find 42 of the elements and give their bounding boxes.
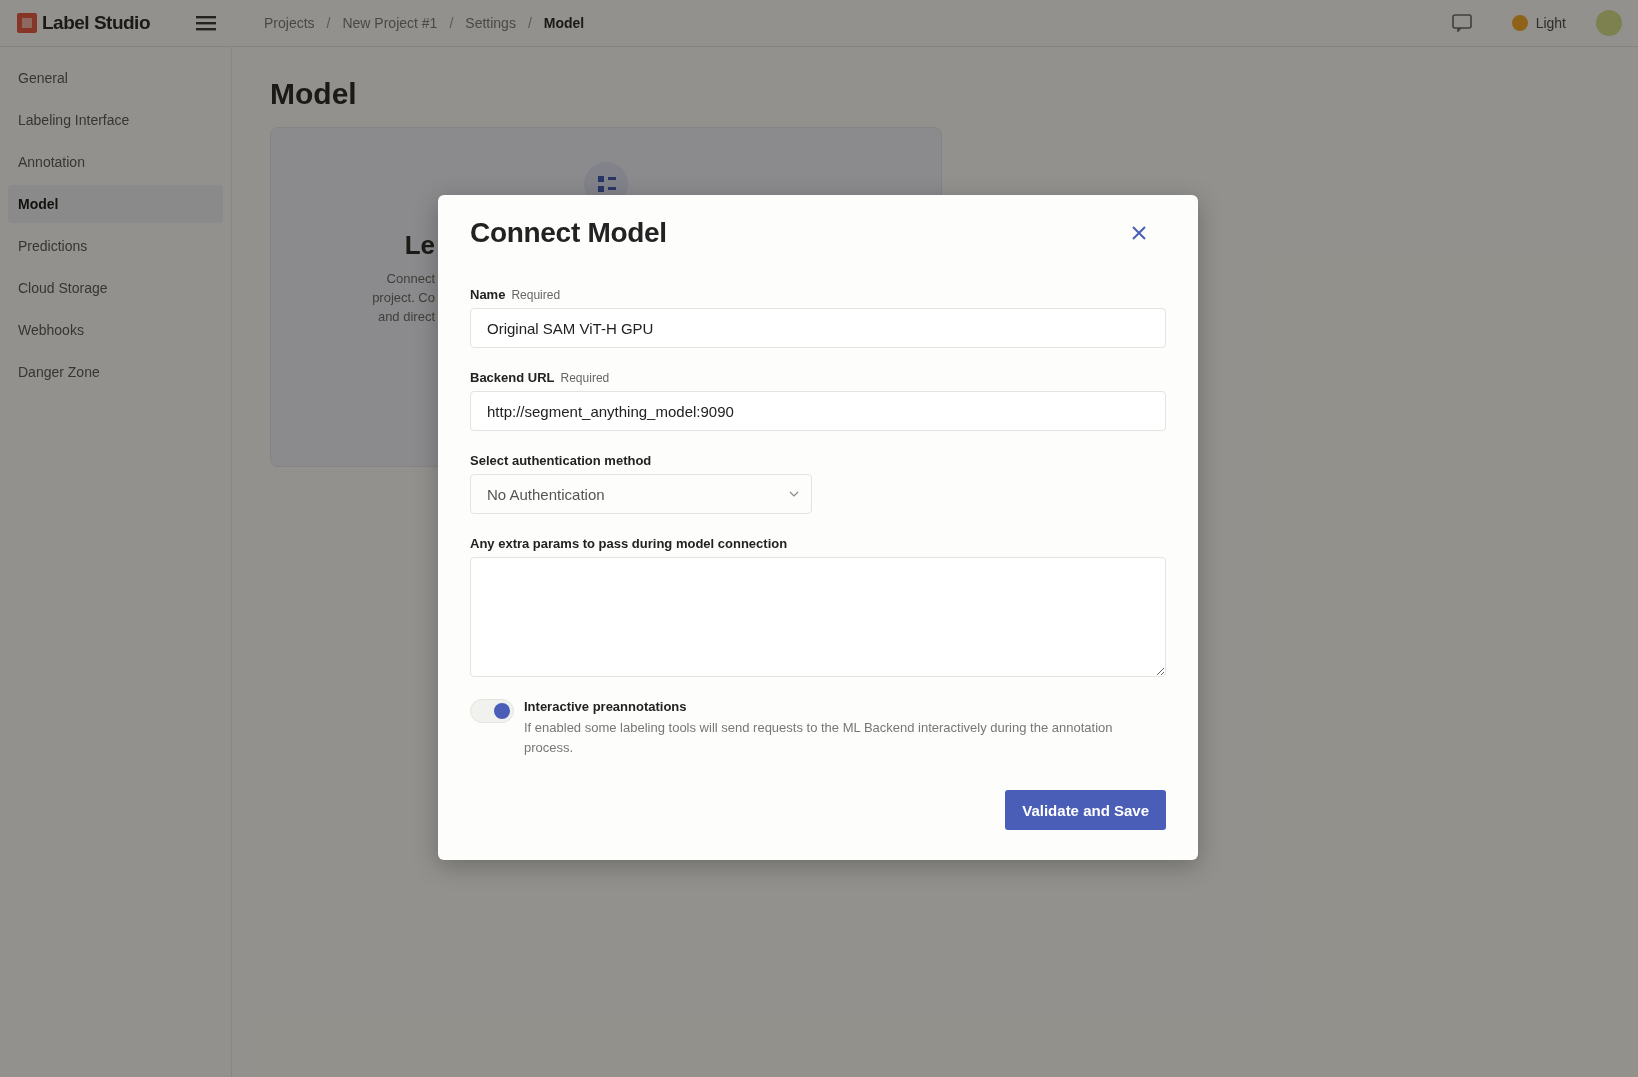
app-name: Label Studio [42,12,150,34]
toggle-description: If enabled some labeling tools will send requests to the ML Backend interactively during the annotation process. [524,719,1114,757]
card-title: Le [404,230,435,261]
card-description: and direct [377,308,435,326]
text-input[interactable]: http://segment_anything_model:9090 [470,391,1166,431]
required-note: Required [511,288,561,302]
field-label: Select authentication method [470,453,652,468]
chat-icon[interactable] [1451,14,1472,32]
page-title: Model [270,77,358,111]
breadcrumb-link[interactable]: New Project #1 [342,15,438,31]
toggle-label: Interactive preannotations [524,699,688,714]
required-note: Required [560,371,610,385]
card-description: project. Co [372,289,435,307]
breadcrumb-separator: / [326,15,331,31]
sun-icon [1511,15,1528,31]
field-label: Backend URL [470,370,555,385]
toggle-switch[interactable] [470,699,514,723]
logo-icon [16,12,38,34]
sidebar-item[interactable]: General [8,59,223,97]
sidebar-item[interactable]: Danger Zone [8,353,223,391]
chevron-down-icon [789,491,799,497]
validate-save-button[interactable]: Validate and Save [1005,790,1166,830]
breadcrumb-separator: / [527,15,532,31]
sidebar-item[interactable]: Cloud Storage [8,269,223,307]
dialog-title: Connect Model [470,217,667,249]
sidebar-item[interactable]: Model [8,185,223,223]
breadcrumb-separator: / [449,15,454,31]
breadcrumb-link[interactable]: Model [543,15,585,31]
field-label: Any extra params to pass during model connection [470,536,788,551]
theme-toggle[interactable]: Light [1511,15,1566,31]
select-dropdown[interactable]: No Authentication [470,474,812,514]
sidebar-item[interactable]: Predictions [8,227,223,265]
field-label: Name [470,287,506,302]
sidebar-item[interactable]: Webhooks [8,311,223,349]
text-input[interactable]: Original SAM ViT-H GPU [470,308,1166,348]
close-icon[interactable] [1132,226,1146,240]
menu-icon[interactable] [196,15,216,31]
breadcrumb-link[interactable]: Projects [264,15,315,31]
breadcrumb-link[interactable]: Settings [465,15,516,31]
card-description: Connect [386,270,435,288]
sidebar-item[interactable]: Labeling Interface [8,101,223,139]
sidebar-item[interactable]: Annotation [8,143,223,181]
